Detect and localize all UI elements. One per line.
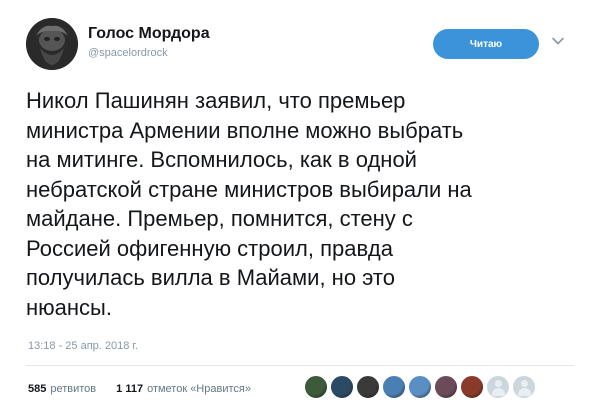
liker-avatar[interactable] [460,375,484,399]
liker-avatars [304,374,538,400]
liker-avatar[interactable] [434,375,458,399]
chevron-down-icon[interactable] [551,34,565,48]
liker-avatar[interactable] [304,375,328,399]
tweet-card: Голос Мордора @spacelordrock Читаю Никол… [0,0,600,420]
divider [26,365,574,366]
liker-avatar[interactable] [356,375,380,399]
tweet-timestamp[interactable]: 13:18 - 25 апр. 2018 г. [28,340,138,352]
liker-avatar-placeholder[interactable] [512,375,536,399]
retweets-label[interactable]: ретвитов [50,383,96,395]
liker-avatar[interactable] [382,375,406,399]
avatar[interactable] [26,18,78,70]
tweet-stats: 585 ретвитов 1 117 отметок «Нравится» [28,383,251,395]
tweet-text: Никол Пашинян заявил, что премьер минист… [26,88,472,320]
retweets-count[interactable]: 585 [28,383,46,395]
liker-avatar-placeholder[interactable] [486,375,510,399]
avatar-icon [26,18,78,70]
liker-avatar[interactable] [408,375,432,399]
likes-count[interactable]: 1 117 [116,383,143,395]
author-handle[interactable]: @spacelordrock [88,47,168,59]
liker-avatar[interactable] [330,375,354,399]
author-name[interactable]: Голос Мордора [88,25,210,43]
likes-label[interactable]: отметок «Нравится» [147,383,251,395]
following-button[interactable]: Читаю [433,29,539,59]
